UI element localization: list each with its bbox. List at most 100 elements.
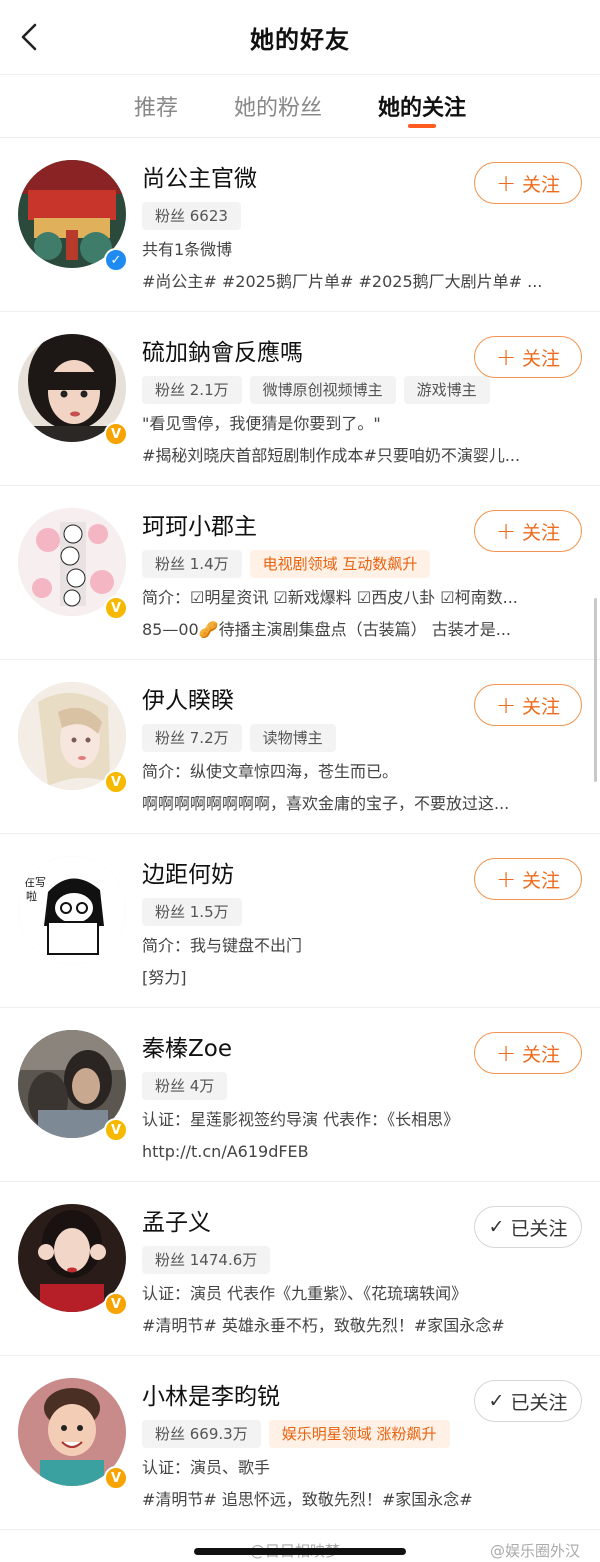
avatar-container[interactable]: 在写啦 (18, 856, 126, 964)
tag-row: 粉丝 6623 (142, 202, 582, 230)
orange-verified-icon: V (104, 422, 128, 446)
recent-post-line: 啊啊啊啊啊啊啊啊，喜欢金庸的宝子，不要放过这... (142, 794, 510, 813)
following-list: ✓ 尚公主官微 粉丝 6623 共有1条微博 #尚公主# #2025鹅厂片单# … (0, 138, 600, 1530)
description-line: "看见雪停，我便猜是你要到了。" (142, 414, 381, 433)
tag: 粉丝 1.5万 (142, 898, 242, 926)
recent-post-line: 85—00🥜待播主演剧集盘点（古装篇） 古装才是... (142, 620, 511, 639)
tag-row: 粉丝 4万 (142, 1072, 582, 1100)
list-item[interactable]: 在写啦 边距何妨 粉丝 1.5万 简介：我与键盘不出门 [努力] + 关注 (0, 834, 600, 1008)
plus-icon: + (495, 169, 517, 197)
svg-text:啦: 啦 (26, 889, 37, 903)
tag-row: 粉丝 1.5万 (142, 898, 582, 926)
description-line: 简介：我与键盘不出门 (142, 936, 303, 955)
orange-verified-icon: V (104, 1466, 128, 1490)
avatar-container[interactable]: V (18, 508, 128, 620)
plus-icon: + (495, 691, 517, 719)
avatar-container[interactable]: V (18, 1378, 128, 1490)
chevron-left-icon (21, 23, 37, 51)
recent-post-line: #尚公主# #2025鹅厂片单# #2025鹅厂大剧片单# ... (142, 272, 543, 291)
plus-icon: + (495, 517, 517, 545)
back-button[interactable] (12, 20, 46, 54)
home-indicator[interactable] (194, 1548, 406, 1555)
orange-verified-icon: V (104, 596, 128, 620)
check-icon: ✓ (488, 1390, 505, 1412)
description-line: 认证：星莲影视签约导演 代表作：《长相思》 (142, 1110, 460, 1129)
trending-tag: 电视剧领域 互动数飙升 (249, 550, 431, 578)
tag: 读物博主 (249, 724, 336, 752)
trending-tag: 娱乐明星领域 涨粉飙升 (268, 1420, 450, 1448)
followed-label: 已关注 (510, 1217, 568, 1240)
blue-verified-icon: ✓ (104, 248, 128, 272)
plus-icon: + (495, 343, 517, 371)
follow-label: 关注 (522, 347, 561, 370)
tag: 粉丝 6623 (142, 202, 241, 230)
description-line: 共有1条微博 (142, 240, 233, 259)
tab-bar: 推荐 她的粉丝 她的关注 (0, 75, 600, 138)
recent-post-line: #揭秘刘晓庆首部短剧制作成本#只要咱奶不演婴儿... (142, 446, 521, 465)
avatar-container[interactable]: V (18, 334, 128, 446)
recent-post-line: #清明节# 英雄永垂不朽，致敬先烈！#家国永念# (142, 1316, 505, 1335)
followed-button[interactable]: ✓ 已关注 (474, 1380, 582, 1422)
top-bar: 她的好友 (0, 0, 600, 75)
watermark-right: @娱乐圈外汉 (490, 1542, 581, 1560)
plus-icon: + (495, 1039, 517, 1067)
follow-button[interactable]: + 关注 (474, 162, 582, 204)
orange-verified-icon: V (104, 1118, 128, 1142)
tag: 粉丝 7.2万 (142, 724, 242, 752)
tab-her-fans[interactable]: 她的粉丝 (234, 75, 322, 138)
avatar-container[interactable]: V (18, 682, 128, 794)
list-item[interactable]: ✓ 尚公主官微 粉丝 6623 共有1条微博 #尚公主# #2025鹅厂片单# … (0, 138, 600, 312)
orange-verified-icon: V (104, 770, 128, 794)
tag: 粉丝 1474.6万 (142, 1246, 271, 1274)
follow-label: 关注 (522, 521, 561, 544)
tag-row: 粉丝 669.3万 娱乐明星领域 涨粉飙升 (142, 1420, 582, 1448)
list-item[interactable]: V 秦榛Zoe 粉丝 4万 认证：星莲影视签约导演 代表作：《长相思》 http… (0, 1008, 600, 1182)
svg-text:在写: 在写 (24, 876, 46, 889)
description-line: 简介：☑明星资讯 ☑新戏爆料 ☑西皮八卦 ☑柯南数... (142, 588, 518, 607)
check-icon: ✓ (488, 1216, 505, 1238)
followed-label: 已关注 (510, 1391, 568, 1414)
tag-row: 粉丝 1474.6万 (142, 1246, 582, 1274)
follow-button[interactable]: + 关注 (474, 1032, 582, 1074)
list-item[interactable]: V 孟子义 粉丝 1474.6万 认证：演员 代表作《九重紫》、《花琉璃轶闻》 … (0, 1182, 600, 1356)
list-item[interactable]: V 小林是李昀锐 粉丝 669.3万 娱乐明星领域 涨粉飙升 认证：演员、歌手 #… (0, 1356, 600, 1530)
tag-row: 粉丝 7.2万 读物博主 (142, 724, 582, 752)
follow-label: 关注 (522, 173, 561, 196)
description-line: 简介：纵使文章惊四海，苍生而已。 (142, 762, 399, 781)
followed-button[interactable]: ✓ 已关注 (474, 1206, 582, 1248)
follow-button[interactable]: + 关注 (474, 510, 582, 552)
avatar-container[interactable]: ✓ (18, 160, 128, 272)
description-line: 认证：演员 代表作《九重紫》、《花琉璃轶闻》 (142, 1284, 468, 1303)
recent-post-line: #清明节# 追思怀远，致敬先烈！#家国永念# (142, 1490, 473, 1509)
tag-row: 粉丝 1.4万 电视剧领域 互动数飙升 (142, 550, 582, 578)
follow-label: 关注 (522, 869, 561, 892)
page-title: 她的好友 (250, 25, 350, 54)
avatar-container[interactable]: V (18, 1030, 128, 1142)
list-item[interactable]: V 伊人睽睽 粉丝 7.2万 读物博主 简介：纵使文章惊四海，苍生而已。 啊啊啊啊… (0, 660, 600, 834)
recent-post-line: http://t.cn/A619dFEB (142, 1142, 309, 1161)
follow-label: 关注 (522, 1043, 561, 1066)
avatar-container[interactable]: V (18, 1204, 128, 1316)
tag: 粉丝 4万 (142, 1072, 228, 1100)
tag: 粉丝 669.3万 (142, 1420, 261, 1448)
follow-button[interactable]: + 关注 (474, 858, 582, 900)
list-item[interactable]: V 硫加鈉會反應嗎 粉丝 2.1万 微博原创视频博主 游戏博主 "看见雪停，我便猜是… (0, 312, 600, 486)
tag: 粉丝 1.4万 (142, 550, 242, 578)
plus-icon: + (495, 865, 517, 893)
description-line: 认证：演员、歌手 (142, 1458, 271, 1477)
tag-row: 粉丝 2.1万 微博原创视频博主 游戏博主 (142, 376, 582, 404)
follow-label: 关注 (522, 695, 561, 718)
tag: 微博原创视频博主 (249, 376, 396, 404)
tag: 粉丝 2.1万 (142, 376, 242, 404)
tab-her-following[interactable]: 她的关注 (378, 75, 466, 138)
recent-post-line: [努力] (142, 968, 187, 987)
list-item[interactable]: V 珂珂小郡主 粉丝 1.4万 电视剧领域 互动数飙升 简介：☑明星资讯 ☑新戏爆… (0, 486, 600, 660)
tab-recommend[interactable]: 推荐 (134, 75, 178, 138)
avatar[interactable]: 在写啦 (18, 856, 126, 964)
bottom-bar: @目目相映梦 @娱乐圈外汉 (0, 1540, 600, 1562)
follow-button[interactable]: + 关注 (474, 336, 582, 378)
scrollbar[interactable] (594, 598, 597, 782)
tag: 游戏博主 (403, 376, 490, 404)
follow-button[interactable]: + 关注 (474, 684, 582, 726)
orange-verified-icon: V (104, 1292, 128, 1316)
